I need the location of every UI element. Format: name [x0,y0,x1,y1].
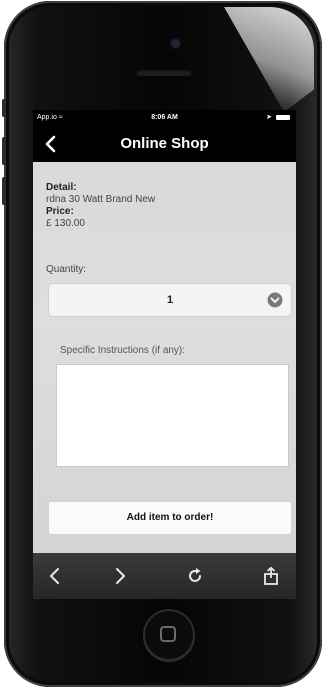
chevron-down-circle-icon [267,292,283,308]
page-title: Online Shop [120,135,209,152]
volume-down-button [2,177,6,205]
earpiece-speaker [136,69,192,76]
detail-value: rdna 30 Watt Brand New [46,194,156,205]
silent-switch [2,99,6,117]
quantity-label: Quantity: [46,264,87,275]
status-bar: App.io ≈ 8:06 AM ➤ [33,110,296,126]
refresh-icon[interactable] [185,566,205,586]
home-button[interactable] [143,609,195,661]
front-camera [171,39,180,48]
forward-arrow-icon[interactable] [110,566,130,586]
price-value: £ 130.00 [46,218,85,229]
add-to-order-button[interactable]: Add item to order! [48,501,292,535]
phone-screen: App.io ≈ 8:06 AM ➤ Online Shop Detail: r… [33,110,296,599]
volume-up-button [2,137,6,165]
detail-label: Detail: [46,182,77,193]
instructions-textarea[interactable] [56,364,289,467]
instructions-label: Specific Instructions (if any): [60,345,186,356]
home-square-icon [160,626,176,642]
nav-bar: Online Shop [33,126,296,162]
price-label: Price: [46,206,74,217]
status-time: 8:06 AM [151,114,178,121]
product-detail-block: Detail: rdna 30 Watt Brand New Price: £ … [46,182,155,230]
location-icon: ➤ [266,114,273,121]
quantity-select[interactable]: 1 [48,283,292,317]
browser-toolbar [33,553,296,599]
status-right: ➤ [266,110,290,126]
quantity-value: 1 [166,294,174,306]
share-icon[interactable] [261,566,281,586]
back-arrow-icon[interactable] [45,566,65,586]
battery-icon [276,114,290,120]
order-form: Detail: rdna 30 Watt Brand New Price: £ … [33,162,296,553]
